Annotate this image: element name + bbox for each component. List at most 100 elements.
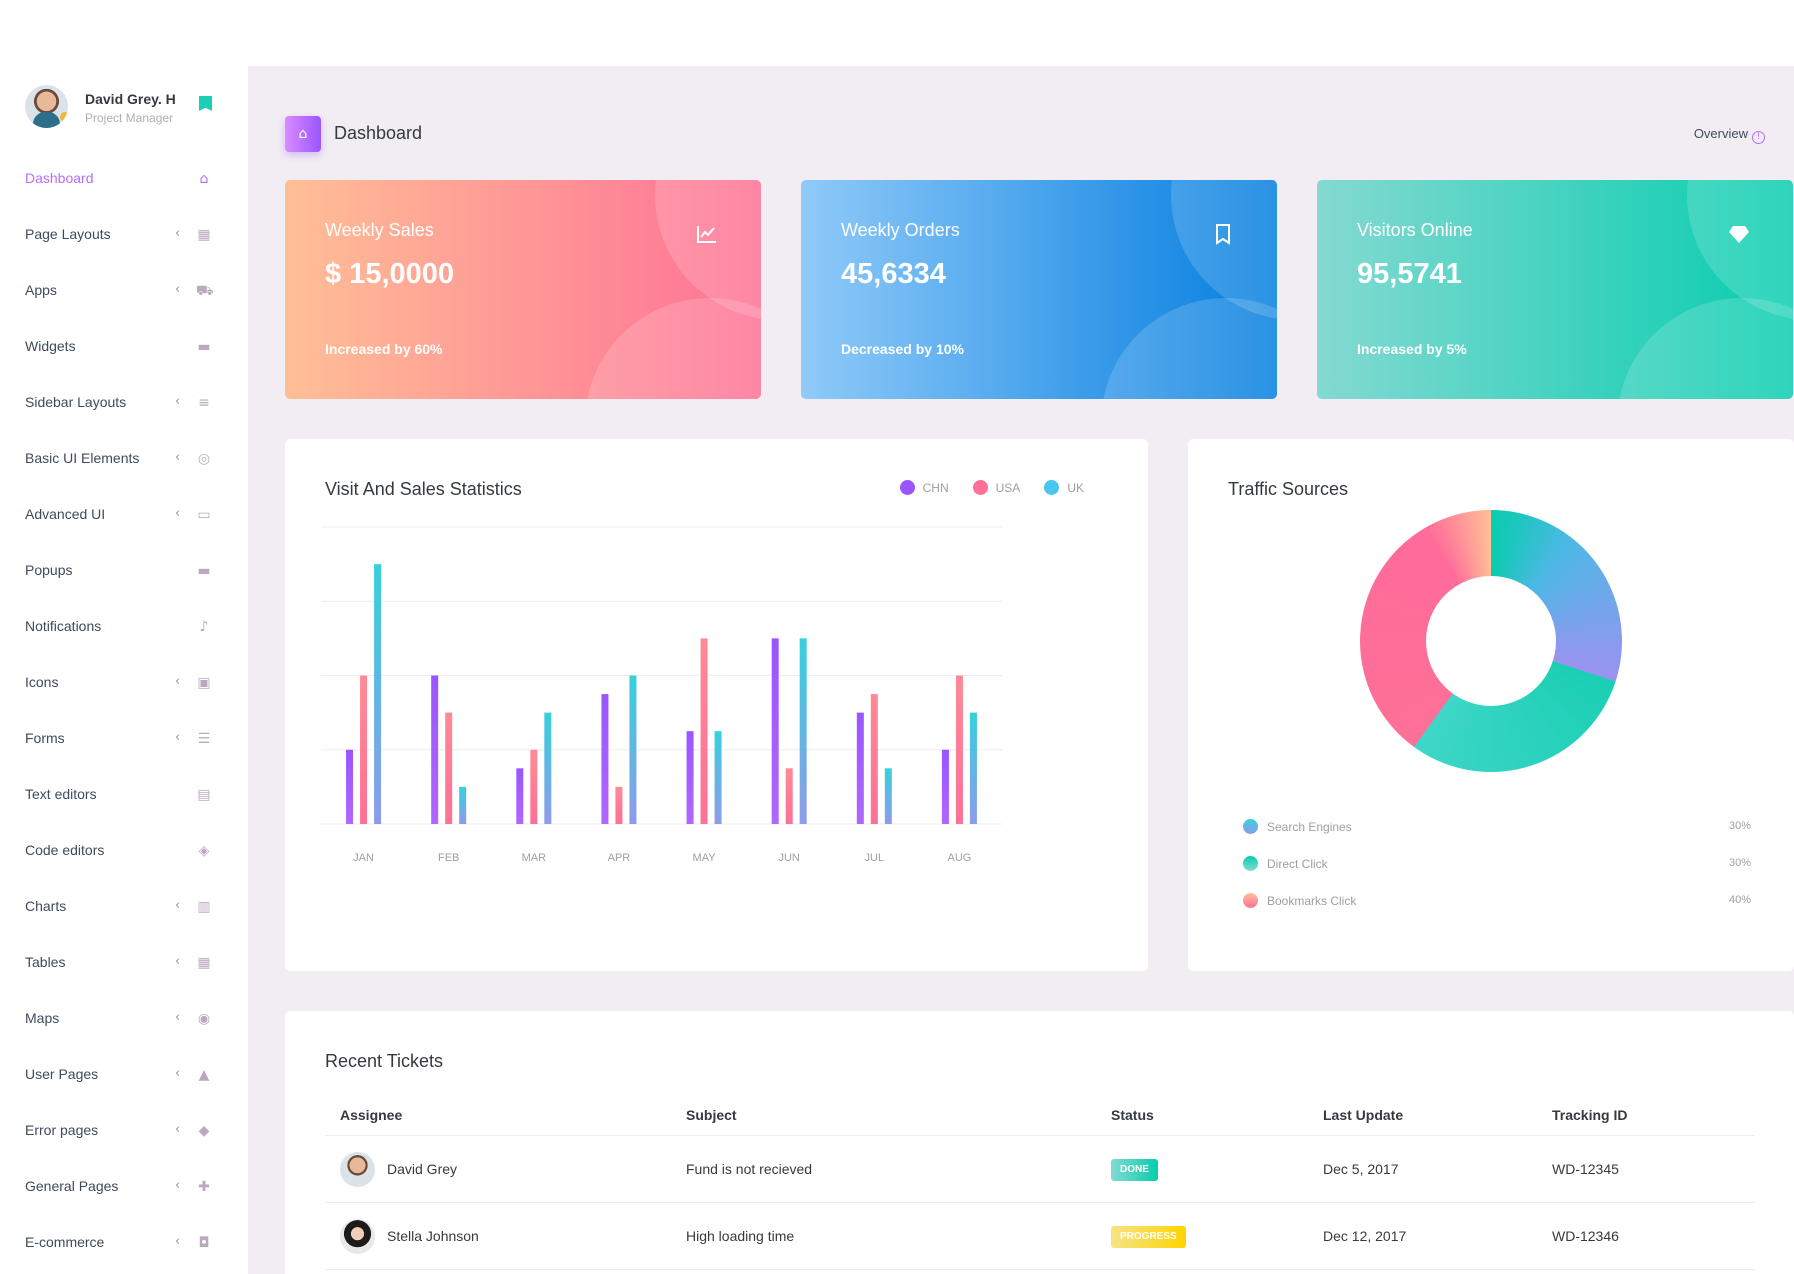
monitor-icon: ▭ (197, 507, 211, 523)
table-row[interactable]: Stella Johnson High loading time PROGRES… (325, 1203, 1754, 1270)
ticket-subject: High loading time (686, 1228, 795, 1244)
cart-icon: ⛟ (196, 283, 214, 299)
sidebar-item-charts[interactable]: Charts ‹ ▥ (0, 880, 248, 936)
shield-icon: ◆ (198, 1123, 210, 1139)
chevron-left-icon: ‹ (175, 226, 181, 241)
sidebar-item-label: E-commerce (25, 1234, 105, 1250)
legend-dot (1243, 856, 1258, 871)
chevron-left-icon: ‹ (175, 506, 181, 521)
sidebar-item-label: User Pages (25, 1066, 99, 1082)
bar-usa-apr[interactable] (615, 786, 623, 824)
bar-uk-may[interactable] (714, 731, 722, 824)
sidebar-nav: Dashboard ⌂ Page Layouts ‹ ▦ Apps ‹ ⛟ Widgets ▬ Si… (0, 152, 248, 1272)
sidebar-item-sidebar-layouts[interactable]: Sidebar Layouts ‹ ≡ (0, 376, 248, 432)
traffic-legend-item: Bookmarks Click 40% (1243, 891, 1751, 928)
bar-usa-feb[interactable] (445, 712, 453, 824)
page-header: ⌂ Dashboard Overview! (285, 116, 1765, 152)
avatar (25, 85, 68, 128)
bar-uk-jul[interactable] (884, 768, 892, 824)
grid-icon: ▦ (197, 227, 211, 243)
bar-uk-jun[interactable] (799, 638, 807, 824)
column-header: Subject (686, 1107, 737, 1123)
chevron-left-icon: ‹ (175, 898, 181, 913)
map-marker-icon: ◉ (197, 1011, 211, 1027)
sidebar-item-apps[interactable]: Apps ‹ ⛟ (0, 264, 248, 320)
chevron-left-icon: ‹ (175, 1122, 181, 1137)
tickets-title: Recent Tickets (325, 1051, 444, 1071)
bell-icon: ♪ (199, 619, 209, 635)
column-header: Status (1111, 1107, 1154, 1123)
bar-usa-jan[interactable] (360, 675, 368, 825)
sidebar-item-label: Code editors (25, 842, 105, 858)
x-tick-label: MAY (693, 852, 717, 864)
sidebar-item-tables[interactable]: Tables ‹ ▦ (0, 936, 248, 992)
sidebar-item-forms[interactable]: Forms ‹ ☰ (0, 712, 248, 768)
top-navbar (0, 0, 1794, 66)
bar-chn-jan[interactable] (346, 749, 354, 824)
bar-usa-may[interactable] (700, 638, 708, 824)
sidebar-item-label: General Pages (25, 1178, 119, 1194)
sidebar-item-notifications[interactable]: Notifications ♪ (0, 600, 248, 656)
bar-chn-jul[interactable] (856, 712, 864, 824)
sidebar-item-general-pages[interactable]: General Pages ‹ ✚ (0, 1160, 248, 1216)
sidebar-item-code-editors[interactable]: Code editors ◈ (0, 824, 248, 880)
table-row[interactable]: David Grey Fund is not recieved DONE Dec… (325, 1136, 1754, 1203)
bar-uk-aug[interactable] (969, 712, 977, 824)
bar-usa-mar[interactable] (530, 749, 538, 824)
bar-uk-jan[interactable] (374, 564, 382, 824)
diamond-icon (1729, 226, 1749, 243)
sidebar-item-user-pages[interactable]: User Pages ‹ ▲ (0, 1048, 248, 1104)
status-badge: DONE (1111, 1159, 1158, 1181)
tracking-id: WD-12345 (1552, 1161, 1619, 1177)
bar-uk-feb[interactable] (459, 786, 467, 824)
sidebar-item-basic-ui-elements[interactable]: Basic UI Elements ‹ ◎ (0, 432, 248, 488)
traffic-label: Search Engines (1267, 820, 1352, 834)
traffic-percent: 40% (1728, 894, 1751, 906)
stat-title: Weekly Orders (841, 220, 960, 240)
overview-link[interactable]: Overview! (1694, 126, 1765, 144)
tracking-id: WD-12346 (1552, 1228, 1619, 1244)
playlist-icon: ≡ (198, 395, 210, 411)
assignee-name: Stella Johnson (387, 1228, 479, 1244)
sidebar-item-label: Error pages (25, 1122, 99, 1138)
crosshair-icon: ◎ (197, 451, 211, 467)
profile-card[interactable]: David Grey. H Project Manager (25, 85, 225, 129)
main-content: ⌂ Dashboard Overview! Weekly Sales $ 15,… (248, 66, 1794, 1274)
bar-usa-jun[interactable] (785, 768, 793, 824)
last-update: Dec 12, 2017 (1323, 1228, 1407, 1244)
sidebar-item-advanced-ui[interactable]: Advanced UI ‹ ▭ (0, 488, 248, 544)
sidebar-item-maps[interactable]: Maps ‹ ◉ (0, 992, 248, 1048)
list-icon: ☰ (197, 731, 211, 747)
bookmark-check-icon (199, 96, 212, 111)
bar-chn-mar[interactable] (516, 768, 524, 824)
sidebar-item-icons[interactable]: Icons ‹ ▣ (0, 656, 248, 712)
traffic-legend-item: Search Engines 30% (1243, 817, 1751, 854)
bookmark-outline-icon (1216, 224, 1230, 245)
bar-chn-aug[interactable] (941, 749, 949, 824)
bar-uk-apr[interactable] (629, 675, 637, 825)
sidebar-item-page-layouts[interactable]: Page Layouts ‹ ▦ (0, 208, 248, 264)
bar-chn-apr[interactable] (601, 694, 609, 824)
sidebar-item-error-pages[interactable]: Error pages ‹ ◆ (0, 1104, 248, 1160)
profile-role: Project Manager (85, 111, 174, 125)
visit-sales-chart-panel: Visit And Sales Statistics CHN USA UK JAN F… (285, 439, 1148, 971)
bar-usa-aug[interactable] (955, 675, 963, 825)
bar-chn-jun[interactable] (771, 638, 779, 824)
bar-chn-may[interactable] (686, 731, 694, 824)
bar-chn-feb[interactable] (431, 675, 439, 825)
info-icon: ! (1752, 131, 1765, 144)
x-tick-label: AUG (948, 852, 972, 864)
sidebar-item-e-commerce[interactable]: E-commerce ‹ ◘ (0, 1216, 248, 1272)
stat-footnote: Increased by 5% (1357, 341, 1467, 357)
bar-uk-mar[interactable] (544, 712, 552, 824)
sidebar-item-popups[interactable]: Popups ▬ (0, 544, 248, 600)
bar-usa-jul[interactable] (870, 694, 878, 824)
chevron-left-icon: ‹ (175, 954, 181, 969)
traffic-percent: 30% (1728, 820, 1751, 832)
sidebar-item-label: Widgets (25, 338, 76, 354)
traffic-donut-chart (1360, 510, 1622, 772)
sidebar-item-dashboard[interactable]: Dashboard ⌂ (0, 152, 248, 208)
sidebar-item-widgets[interactable]: Widgets ▬ (0, 320, 248, 376)
sidebar-item-text-editors[interactable]: Text editors ▤ (0, 768, 248, 824)
profile-name: David Grey. H (85, 91, 176, 107)
